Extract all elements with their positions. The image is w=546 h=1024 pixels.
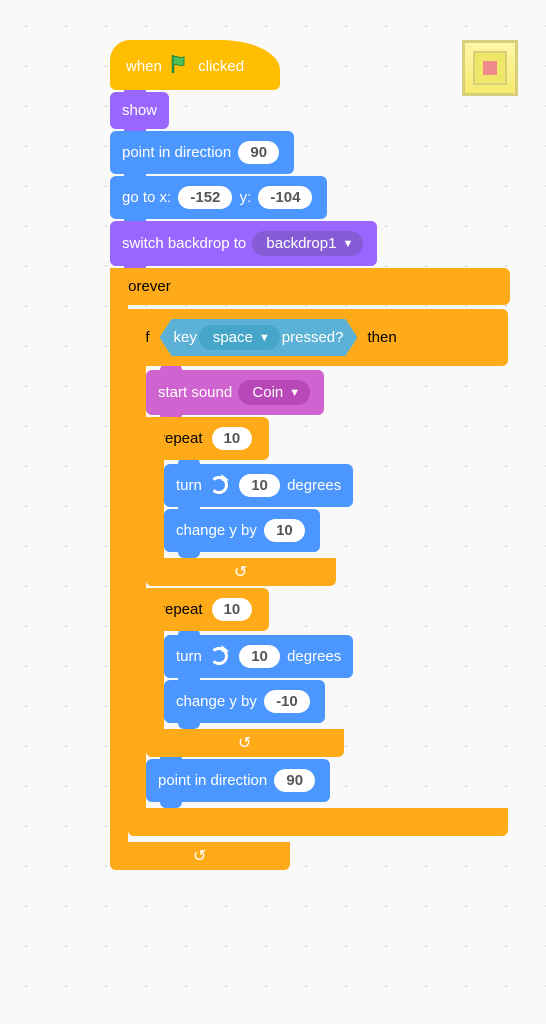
change-y-input[interactable]: 10 bbox=[264, 519, 305, 542]
turn-cw-block[interactable]: turn 10 degrees bbox=[164, 635, 353, 678]
hat-suffix: clicked bbox=[198, 58, 244, 75]
hat-prefix: when bbox=[126, 58, 162, 75]
degrees-label: degrees bbox=[287, 648, 341, 665]
loop-arrow-icon: ↻ bbox=[193, 846, 206, 866]
start-sound-block[interactable]: start sound Coin ▼ bbox=[146, 370, 324, 415]
change-y-label: change y by bbox=[176, 522, 257, 539]
chevron-down-icon: ▼ bbox=[342, 238, 353, 250]
forever-label: forever bbox=[124, 278, 171, 295]
switch-backdrop-label: switch backdrop to bbox=[122, 235, 246, 252]
repeat-block-1[interactable]: repeat 10 turn bbox=[146, 417, 353, 586]
start-sound-label: start sound bbox=[158, 384, 232, 401]
chevron-down-icon: ▼ bbox=[289, 387, 300, 399]
turn-cw-block[interactable]: turn 10 degrees bbox=[164, 464, 353, 507]
point-in-direction-block[interactable]: point in direction 90 bbox=[110, 131, 294, 174]
change-y-block[interactable]: change y by -10 bbox=[164, 680, 325, 723]
point-in-direction-block[interactable]: point in direction 90 bbox=[146, 759, 330, 802]
chevron-down-icon: ▼ bbox=[259, 332, 270, 344]
loop-arrow-icon: ↻ bbox=[234, 562, 247, 582]
repeat-block-2[interactable]: repeat 10 turn bbox=[146, 588, 353, 757]
turn-degrees-input[interactable]: 10 bbox=[239, 474, 280, 497]
turn-label: turn bbox=[176, 648, 202, 665]
sound-value: Coin bbox=[252, 384, 283, 401]
backdrop-dropdown[interactable]: backdrop1 ▼ bbox=[252, 231, 363, 256]
repeat-label: repeat bbox=[160, 601, 203, 618]
if-then-block[interactable]: if key space ▼ pressed? then bbox=[128, 309, 508, 836]
goto-x-input[interactable]: -152 bbox=[178, 186, 232, 209]
goto-xy-block[interactable]: go to x: -152 y: -104 bbox=[110, 176, 327, 219]
goto-y-input[interactable]: -104 bbox=[258, 186, 312, 209]
repeat-count-input[interactable]: 10 bbox=[212, 427, 253, 450]
show-label: show bbox=[122, 102, 157, 119]
forever-block[interactable]: forever if key spa bbox=[110, 268, 510, 870]
goto-y-label: y: bbox=[240, 189, 252, 206]
goto-prefix: go to x: bbox=[122, 189, 171, 206]
backdrop-value: backdrop1 bbox=[266, 235, 336, 252]
key-value: space bbox=[213, 329, 253, 346]
change-y-label: change y by bbox=[176, 693, 257, 710]
turn-cw-icon bbox=[210, 647, 228, 665]
degrees-label: degrees bbox=[287, 477, 341, 494]
green-flag-icon bbox=[170, 54, 190, 78]
turn-cw-icon bbox=[210, 476, 228, 494]
show-block[interactable]: show bbox=[110, 92, 169, 129]
change-y-block[interactable]: change y by 10 bbox=[164, 509, 320, 552]
change-y-input[interactable]: -10 bbox=[264, 690, 310, 713]
script-stack[interactable]: when clicked show point in direction 90 … bbox=[110, 40, 510, 872]
then-label: then bbox=[367, 329, 396, 346]
repeat-label: repeat bbox=[160, 430, 203, 447]
loop-arrow-icon: ↻ bbox=[238, 733, 251, 753]
when-flag-clicked-hat[interactable]: when clicked bbox=[110, 40, 280, 90]
point-direction-label: point in direction bbox=[122, 144, 231, 161]
key-prefix: key bbox=[174, 329, 197, 346]
key-suffix: pressed? bbox=[282, 329, 344, 346]
direction-input[interactable]: 90 bbox=[274, 769, 315, 792]
repeat-count-input[interactable]: 10 bbox=[212, 598, 253, 621]
scratch-workspace[interactable]: when clicked show point in direction 90 … bbox=[0, 0, 546, 1024]
key-dropdown[interactable]: space ▼ bbox=[199, 325, 280, 350]
turn-degrees-input[interactable]: 10 bbox=[239, 645, 280, 668]
sound-dropdown[interactable]: Coin ▼ bbox=[238, 380, 310, 405]
turn-label: turn bbox=[176, 477, 202, 494]
key-pressed-reporter[interactable]: key space ▼ pressed? bbox=[160, 319, 358, 356]
switch-backdrop-block[interactable]: switch backdrop to backdrop1 ▼ bbox=[110, 221, 377, 266]
point-direction-label: point in direction bbox=[158, 772, 267, 789]
direction-input[interactable]: 90 bbox=[238, 141, 279, 164]
